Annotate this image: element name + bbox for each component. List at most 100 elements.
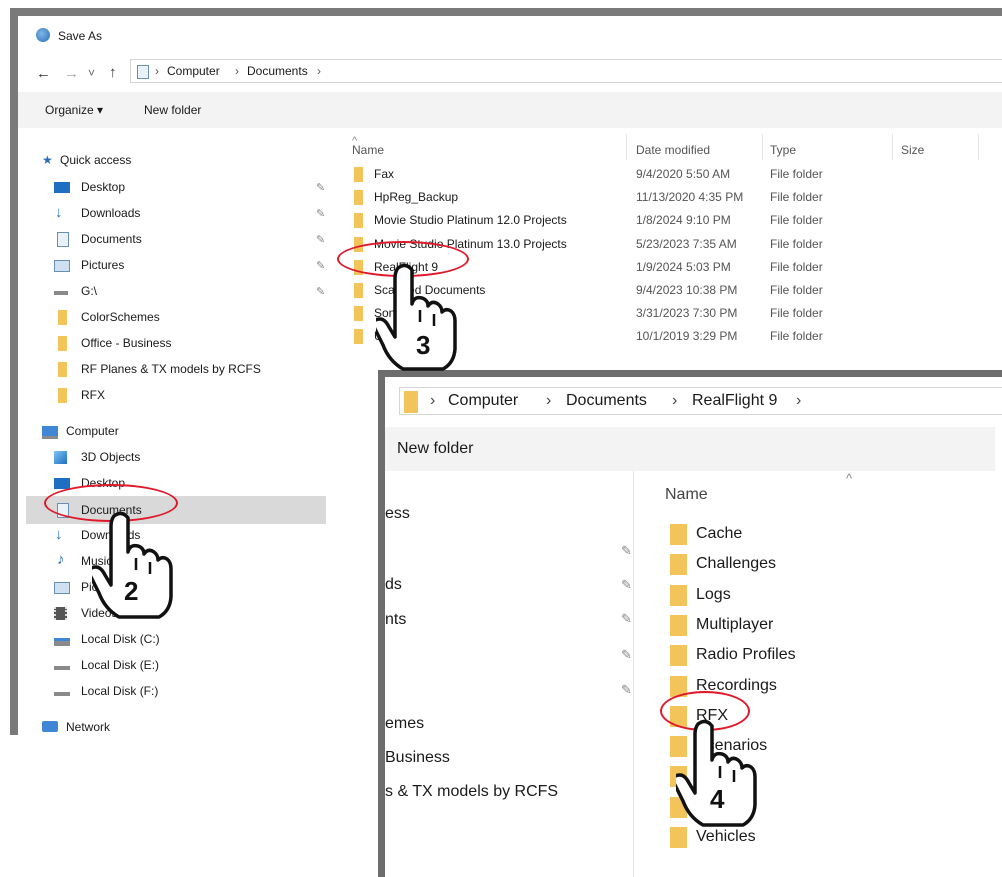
sidebar-item-label: 3D Objects xyxy=(81,450,141,464)
folder-icon xyxy=(58,336,67,351)
column-type[interactable]: Type xyxy=(770,143,796,157)
documents-icon xyxy=(137,65,149,79)
sidebar-item-label: Local Disk (F:) xyxy=(81,684,159,698)
file-row[interactable]: Multiplayer xyxy=(670,612,990,638)
file-date-modified: 9/4/2020 5:50 AM xyxy=(636,167,731,181)
file-row[interactable]: Movie Studio Platinum 12.0 Projects 1/8/2… xyxy=(352,211,992,231)
file-date-modified: 1/8/2024 9:10 PM xyxy=(636,213,731,228)
breadcrumb-documents[interactable]: Documents xyxy=(247,64,308,78)
command-bar xyxy=(385,427,995,471)
file-type: File folder xyxy=(770,306,823,321)
address-bar[interactable]: › Computer › Documents › RealFlight 9 › xyxy=(399,387,1002,415)
breadcrumb-separator: › xyxy=(155,64,159,78)
file-name: Movie Studio Platinum 12.0 Projects xyxy=(374,213,567,228)
file-row[interactable]: HpReg_Backup 11/13/2020 4:35 PM File folde… xyxy=(352,188,992,208)
breadcrumb-computer[interactable]: Computer xyxy=(448,392,518,410)
sidebar-item-rfx[interactable]: RFX xyxy=(54,386,334,406)
sidebar-item-desktop[interactable]: Desktop ✎ xyxy=(54,178,334,198)
file-row[interactable]: Logs xyxy=(670,582,990,608)
sidebar-item-label: G:\ xyxy=(81,284,98,298)
sidebar-item-documents[interactable]: Documents ✎ xyxy=(54,230,334,250)
folder-icon xyxy=(354,329,363,345)
sidebar-item-label: RFX xyxy=(81,388,105,402)
file-date-modified: 3/31/2023 7:30 PM xyxy=(636,306,738,321)
sidebar-fragment-rf-planes[interactable]: s & TX models by RCFS xyxy=(385,783,558,801)
breadcrumb-realflight-9[interactable]: RealFlight 9 xyxy=(692,392,777,410)
file-row[interactable]: Fax 9/4/2020 5:50 AM File folder xyxy=(352,165,992,185)
pictures-icon xyxy=(54,260,70,272)
sidebar-fragment-colorschemes[interactable]: emes xyxy=(385,715,424,733)
pin-icon: ✎ xyxy=(621,682,632,697)
sidebar-item-3d-objects[interactable]: 3D Objects xyxy=(54,448,334,468)
sidebar-fragment-quick-access[interactable]: ess xyxy=(385,505,410,523)
file-type: File folder xyxy=(770,329,823,344)
sidebar-item-label: Downloads xyxy=(81,206,141,220)
file-date-modified: 11/13/2020 4:35 PM xyxy=(636,190,744,205)
breadcrumb-separator: › xyxy=(317,64,321,78)
back-button[interactable]: ← xyxy=(36,65,51,82)
organize-button[interactable]: Organize ▾ xyxy=(45,103,103,117)
address-bar[interactable]: › Computer › Documents › xyxy=(130,59,1002,83)
pin-icon: ✎ xyxy=(316,234,326,246)
pointing-hand-icon: 2 xyxy=(92,511,173,619)
new-folder-button[interactable]: New folder xyxy=(397,440,473,458)
breadcrumb-documents[interactable]: Documents xyxy=(566,392,647,410)
file-row[interactable]: Challenges xyxy=(670,551,990,577)
download-icon: ↓ xyxy=(55,204,63,221)
quick-access-header[interactable]: Quick access xyxy=(60,153,131,167)
step-number-4: 4 xyxy=(710,784,725,814)
sidebar-item-local-disk-c[interactable]: Local Disk (C:) xyxy=(54,630,334,650)
sidebar-item-local-disk-e[interactable]: Local Disk (E:) xyxy=(54,656,334,676)
file-type: File folder xyxy=(770,283,823,297)
sidebar-item-rf-planes[interactable]: RF Planes & TX models by RCFS xyxy=(54,360,334,380)
folder-icon xyxy=(58,310,67,325)
documents-icon xyxy=(57,232,69,247)
sidebar-item-office-business[interactable]: Office - Business xyxy=(54,334,334,354)
3d-objects-icon xyxy=(54,451,67,464)
sidebar-item-colorschemes[interactable]: ColorSchemes xyxy=(54,308,334,328)
column-divider xyxy=(626,134,627,160)
file-name: Cache xyxy=(696,525,743,542)
breadcrumb-computer[interactable]: Computer xyxy=(167,64,220,78)
disk-icon xyxy=(54,692,70,696)
file-name: Multiplayer xyxy=(696,615,774,633)
sidebar-item-pictures[interactable]: Pictures ✎ xyxy=(54,256,334,276)
file-type: File folder xyxy=(770,167,823,181)
folder-icon xyxy=(670,524,687,545)
sidebar-item-local-disk-f[interactable]: Local Disk (F:) xyxy=(54,682,334,702)
file-name: Vehicles xyxy=(696,828,756,845)
sidebar-fragment-downloads[interactable]: ds xyxy=(385,576,402,594)
sidebar-item-label: Office - Business xyxy=(81,336,172,350)
up-button[interactable]: ↑ xyxy=(109,64,117,81)
download-icon: ↓ xyxy=(55,526,63,543)
desktop-icon xyxy=(54,182,70,193)
computer-icon xyxy=(42,426,58,439)
new-folder-button[interactable]: New folder xyxy=(144,103,201,117)
column-size[interactable]: Size xyxy=(901,143,924,157)
forward-button[interactable]: → xyxy=(64,65,79,82)
file-date-modified: 1/9/2024 5:03 PM xyxy=(636,259,731,274)
column-date-modified[interactable]: Date modified xyxy=(636,143,710,157)
recent-locations-chevron-icon[interactable]: ˅ xyxy=(88,66,95,80)
network-icon xyxy=(42,721,58,732)
column-name[interactable]: Name xyxy=(665,486,708,504)
sidebar-item-g-drive[interactable]: G:\ ✎ xyxy=(54,282,334,302)
sidebar-item-label: Computer xyxy=(66,424,119,438)
folder-icon xyxy=(354,190,363,206)
folder-icon xyxy=(670,645,687,667)
sidebar-item-label: Desktop xyxy=(81,180,126,194)
sidebar-item-network[interactable]: Network xyxy=(42,718,342,735)
sidebar-item-label: ColorSchemes xyxy=(81,310,160,324)
star-icon: ★ xyxy=(42,153,53,167)
sidebar-item-computer[interactable]: Computer xyxy=(42,422,342,442)
file-name: HpReg_Backup xyxy=(374,190,459,205)
column-name[interactable]: Name xyxy=(352,143,384,157)
pointing-hand-icon: 3 xyxy=(376,263,457,371)
disk-icon xyxy=(54,638,70,646)
file-row[interactable]: Radio Profiles xyxy=(670,642,990,668)
file-row[interactable]: Cache xyxy=(670,521,990,547)
sidebar-item-label: Local Disk (C:) xyxy=(81,632,160,646)
sidebar-fragment-documents[interactable]: nts xyxy=(385,611,406,629)
sidebar-item-downloads[interactable]: ↓ Downloads ✎ xyxy=(54,204,334,224)
sidebar-fragment-office-business[interactable]: Business xyxy=(385,749,450,767)
